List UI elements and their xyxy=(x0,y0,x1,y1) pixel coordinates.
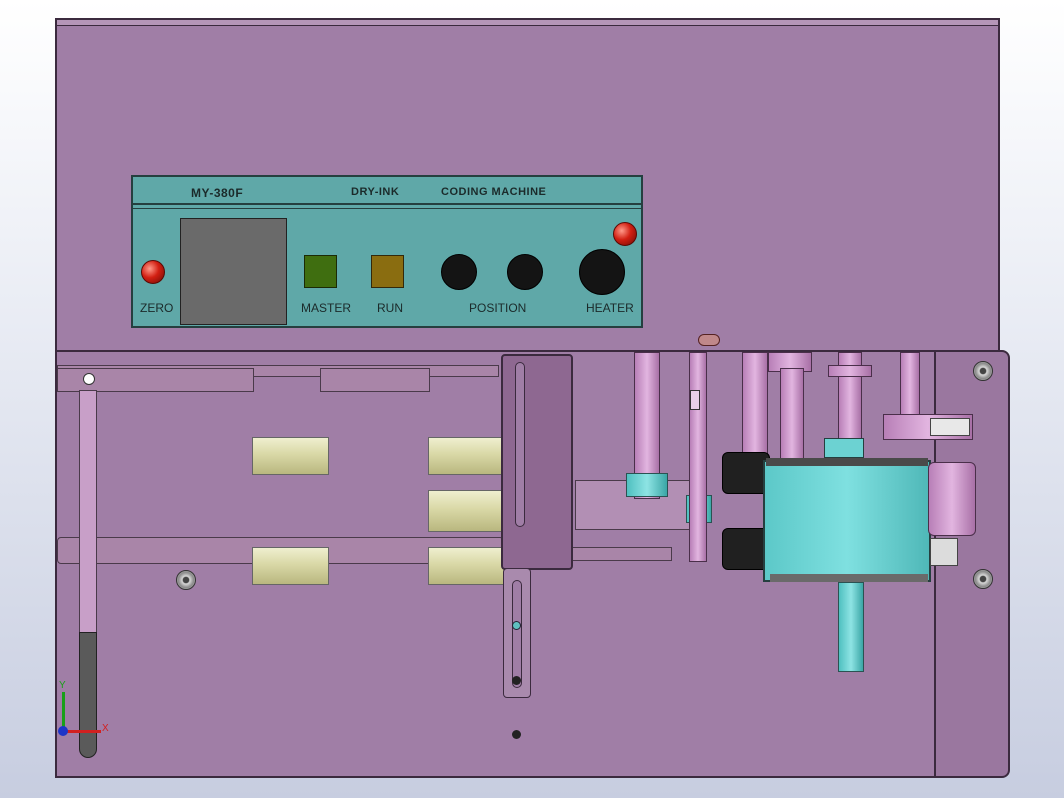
shaft-6-cap xyxy=(828,365,872,377)
adjust-arm-slot xyxy=(512,580,522,688)
vertical-guide xyxy=(79,390,97,635)
shaft-2 xyxy=(689,352,707,562)
shaft-3 xyxy=(742,352,768,464)
motor-sensor xyxy=(824,438,864,458)
shaft-7 xyxy=(900,352,920,416)
heater-indicator-light xyxy=(613,222,637,246)
roller-3 xyxy=(428,490,505,532)
housing-top-lip xyxy=(57,20,998,26)
master-label: MASTER xyxy=(301,301,352,315)
position-knob-left[interactable] xyxy=(441,254,477,290)
motor-spool xyxy=(928,462,976,536)
feed-rail xyxy=(570,547,672,561)
position-label: POSITION xyxy=(469,301,527,315)
bolt-left xyxy=(176,570,196,590)
y-axis-label: Y xyxy=(59,680,66,691)
slider-plate xyxy=(501,354,573,570)
rail-pin-top xyxy=(83,373,95,385)
arm-pin-teal xyxy=(512,621,521,630)
bolt-top-right xyxy=(973,361,993,381)
slider-slot xyxy=(515,362,525,527)
upper-slot-bar-2 xyxy=(320,368,430,392)
run-button[interactable] xyxy=(371,255,404,288)
model-name: MY-380F xyxy=(191,186,244,200)
axis-triad: Y X xyxy=(56,680,116,740)
master-button[interactable] xyxy=(304,255,337,288)
y-axis-arrow xyxy=(62,692,65,730)
shaft-1-collar xyxy=(626,473,668,497)
shaft-2-marker xyxy=(690,390,700,410)
spool-collar xyxy=(930,538,958,566)
motor-housing xyxy=(763,460,931,582)
bolt-bottom-right xyxy=(973,569,993,589)
run-label: RUN xyxy=(377,301,403,315)
panel-subtitle-dry-ink: DRY-INK xyxy=(351,186,400,198)
roller-2 xyxy=(428,437,505,475)
motor-top-plate xyxy=(766,458,928,466)
position-knob-right[interactable] xyxy=(507,254,543,290)
shaft-5 xyxy=(780,368,804,465)
motor-bottom-plate xyxy=(770,574,928,582)
panel-header-line xyxy=(133,208,641,209)
roller-4 xyxy=(252,547,329,585)
x-axis-label: X xyxy=(102,723,109,734)
heater-knob[interactable] xyxy=(579,249,625,295)
control-panel: MY-380F DRY-INK CODING MACHINE ZERO MAST… xyxy=(131,175,643,328)
motor-shaft xyxy=(838,582,864,672)
top-indicator xyxy=(698,334,720,346)
arm-pin-dark xyxy=(512,676,521,685)
zero-indicator-light xyxy=(141,260,165,284)
roller-1 xyxy=(252,437,329,475)
bracket-cap xyxy=(930,418,970,436)
display-screen xyxy=(180,218,287,325)
zero-label: ZERO xyxy=(140,301,174,315)
roller-5 xyxy=(428,547,505,585)
x-axis-arrow xyxy=(63,730,101,733)
panel-subtitle-coding-machine: CODING MACHINE xyxy=(441,186,547,198)
heater-label: HEATER xyxy=(586,301,634,315)
base-pin xyxy=(512,730,521,739)
origin-dot xyxy=(58,726,68,736)
